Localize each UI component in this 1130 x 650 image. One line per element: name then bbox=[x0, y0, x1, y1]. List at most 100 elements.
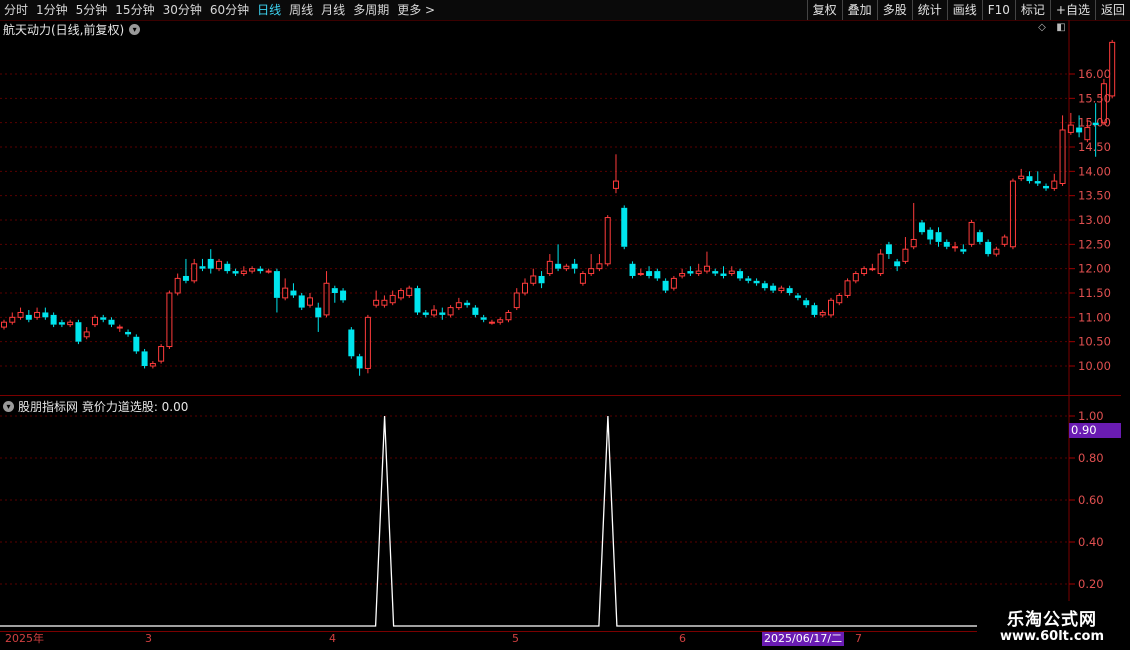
candle-body bbox=[397, 290, 404, 299]
candle-body bbox=[1059, 129, 1066, 184]
candle-body bbox=[596, 263, 603, 270]
candle-body bbox=[579, 273, 586, 284]
candle-body bbox=[257, 268, 264, 272]
candle-body bbox=[778, 287, 785, 292]
chevron-down-icon[interactable]: ▾ bbox=[3, 400, 14, 412]
candle-body bbox=[34, 311, 41, 318]
candlestick-chart[interactable]: 16.0015.5015.0014.5014.0013.5013.0012.50… bbox=[0, 0, 1130, 650]
candle-body bbox=[629, 263, 636, 276]
candle-body bbox=[488, 321, 495, 324]
candle-body bbox=[414, 288, 421, 313]
candle-body bbox=[761, 283, 768, 289]
date-axis: 2025年 3 4 5 6 2025/06/17/二 7 bbox=[0, 631, 1069, 647]
candle-body bbox=[687, 271, 694, 274]
price-tick-label: 12.00 bbox=[1078, 262, 1111, 276]
candle-body bbox=[116, 326, 123, 329]
candle-body bbox=[422, 312, 429, 315]
candle-body bbox=[1026, 176, 1033, 182]
watermark-url: www.60lt.com bbox=[999, 629, 1105, 644]
candle-body bbox=[621, 207, 628, 247]
date-label: 4 bbox=[329, 632, 336, 645]
candle-body bbox=[976, 232, 983, 242]
candle-body bbox=[108, 319, 115, 325]
candle-body bbox=[803, 300, 810, 306]
candle-body bbox=[745, 278, 752, 281]
candle-body bbox=[125, 331, 132, 335]
candle-body bbox=[431, 309, 438, 316]
candle-body bbox=[348, 329, 355, 357]
candle-body bbox=[381, 299, 388, 306]
candle-body bbox=[25, 314, 32, 320]
candle-body bbox=[1034, 181, 1041, 184]
candle-body bbox=[67, 321, 74, 326]
candle-body bbox=[918, 222, 925, 233]
candle-body bbox=[985, 241, 992, 255]
candle-body bbox=[149, 363, 156, 367]
candle-body bbox=[17, 311, 24, 318]
candle-body bbox=[505, 311, 512, 321]
price-tick-label: 13.50 bbox=[1078, 189, 1111, 203]
candle-body bbox=[927, 229, 934, 240]
candle-body bbox=[439, 312, 446, 315]
candle-body bbox=[207, 258, 214, 269]
candle-body bbox=[737, 271, 744, 279]
candle-body bbox=[811, 305, 818, 315]
candle-body bbox=[522, 282, 529, 294]
candle-body bbox=[273, 271, 280, 298]
price-tick-label: 16.00 bbox=[1078, 67, 1111, 81]
candle-body bbox=[58, 322, 65, 325]
candle-body bbox=[331, 288, 338, 293]
candle-body bbox=[315, 307, 322, 318]
indicator-tick-label: 0.20 bbox=[1078, 577, 1104, 591]
candle-body bbox=[612, 180, 619, 189]
candle-body bbox=[943, 241, 950, 247]
candle-body bbox=[588, 268, 595, 275]
price-tick-label: 11.50 bbox=[1078, 286, 1111, 300]
candle-body bbox=[1043, 185, 1050, 189]
candle-body bbox=[83, 331, 90, 338]
indicator-value-badge: 0.90 bbox=[1069, 423, 1121, 438]
candle-body bbox=[852, 273, 859, 282]
price-tick-label: 13.00 bbox=[1078, 213, 1111, 227]
candle-body bbox=[199, 266, 206, 269]
price-tick-label: 12.50 bbox=[1078, 237, 1111, 251]
candle-body bbox=[662, 280, 669, 291]
candle-body bbox=[869, 268, 876, 271]
indicator-title-bar: ▾ 股朋指标网 竟价力道选股: 0.00 bbox=[3, 398, 188, 414]
date-label: 3 bbox=[145, 632, 152, 645]
candle-body bbox=[240, 270, 247, 275]
selected-date: 2025/06/17/二 bbox=[762, 632, 845, 646]
candle-body bbox=[133, 336, 140, 352]
candle-body bbox=[306, 297, 313, 306]
candle-body bbox=[670, 277, 677, 289]
candle-body bbox=[182, 275, 189, 281]
price-tick-label: 11.00 bbox=[1078, 310, 1111, 324]
candle-body bbox=[993, 248, 1000, 255]
candle-body bbox=[265, 270, 272, 273]
candle-body bbox=[447, 307, 454, 316]
candle-body bbox=[1092, 122, 1099, 126]
candle-body bbox=[546, 260, 553, 275]
candle-body bbox=[935, 232, 942, 242]
price-tick-label: 14.50 bbox=[1078, 140, 1111, 154]
candle-body bbox=[373, 299, 380, 306]
candle-body bbox=[464, 302, 471, 306]
date-label: 6 bbox=[679, 632, 686, 645]
candle-body bbox=[141, 351, 148, 366]
price-tick-label: 10.50 bbox=[1078, 335, 1111, 349]
candle-body bbox=[712, 271, 719, 274]
candle-body bbox=[563, 265, 570, 270]
candle-body bbox=[232, 271, 239, 274]
candle-body bbox=[100, 317, 107, 320]
candle-body bbox=[885, 244, 892, 255]
candle-body bbox=[530, 275, 537, 284]
candle-body bbox=[166, 292, 173, 348]
candle-body bbox=[828, 299, 834, 316]
candle-body bbox=[794, 295, 801, 298]
candle-body bbox=[728, 270, 735, 275]
watermark-title: 乐淘公式网 bbox=[1007, 610, 1097, 630]
candle-body bbox=[290, 290, 297, 296]
candle-body bbox=[1001, 236, 1008, 245]
indicator-line bbox=[0, 415, 1069, 627]
watermark: 乐淘公式网 www.60lt.com bbox=[977, 601, 1127, 649]
